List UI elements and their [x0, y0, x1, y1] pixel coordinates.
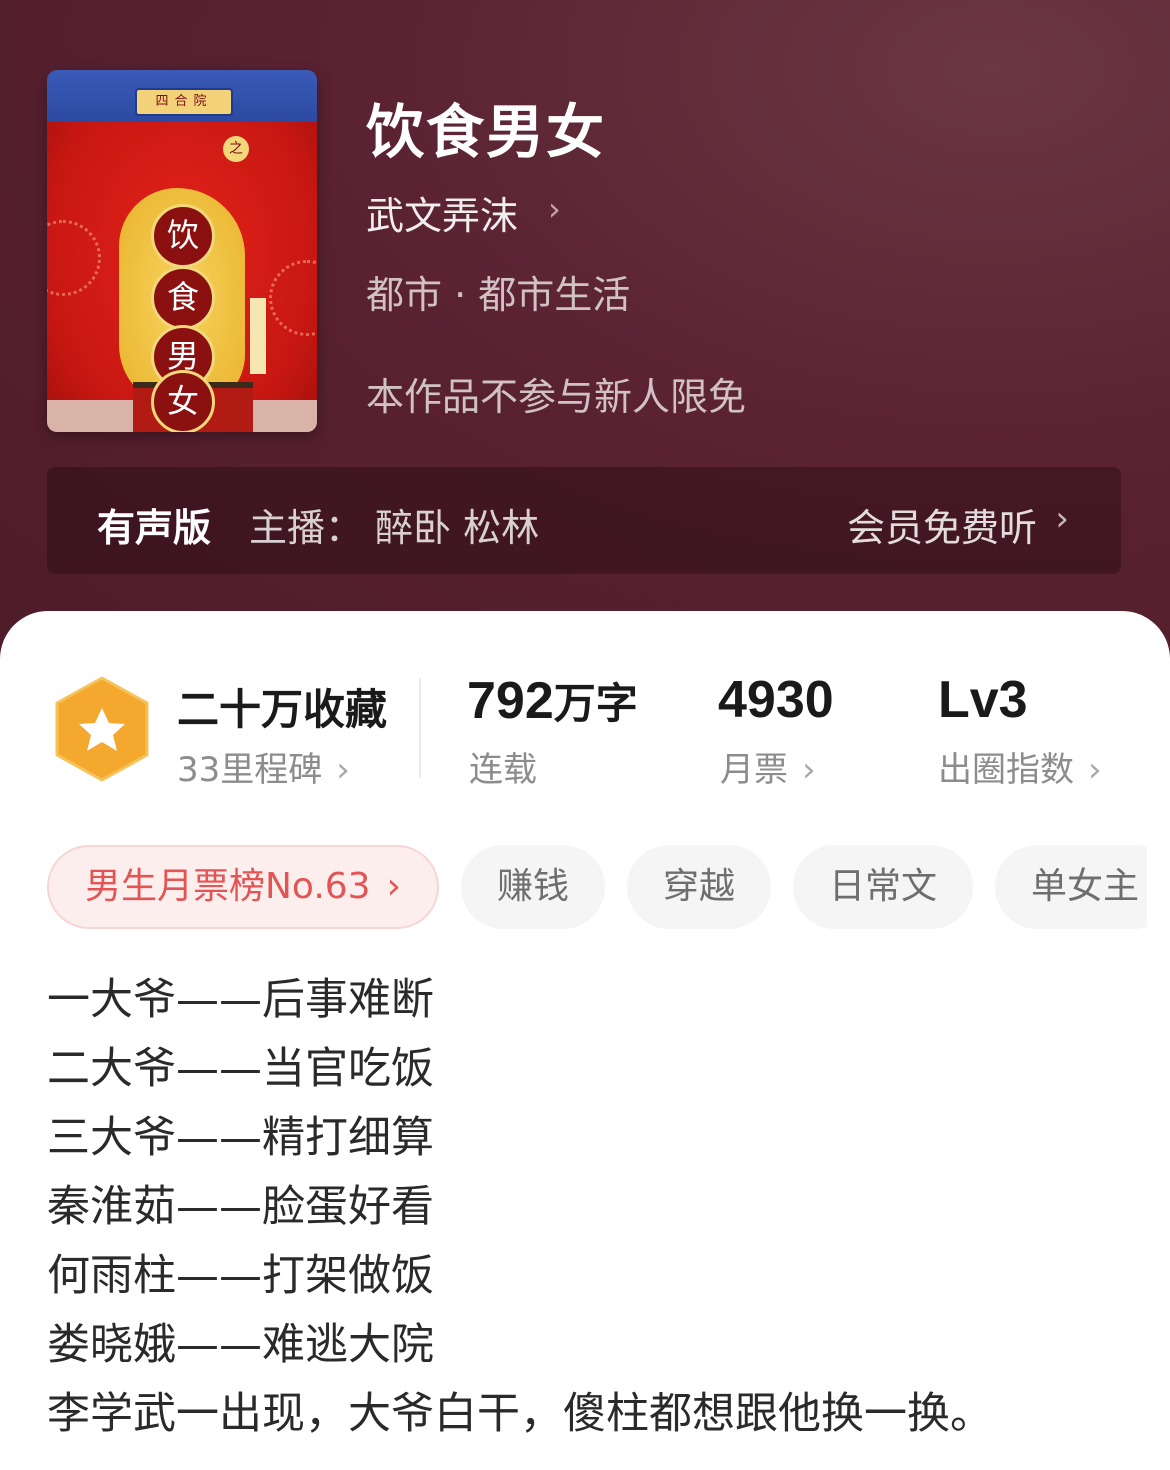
milestone-link[interactable]: 33里程碑 › [177, 742, 350, 791]
collect-count: 二十万收藏 [177, 685, 388, 734]
cover-side-label [250, 298, 266, 374]
book-header: 四合院 之 饮 食 男 女 饮食男女 武文弄沫 › 都市 · 都市生活 本作品不… [0, 0, 1170, 680]
chevron-right-icon: › [1088, 750, 1102, 790]
description-line: 一大爷——后事难断 [47, 975, 434, 1025]
monthly-tickets-number: 4930 [718, 671, 834, 729]
description-line: 娄晓娥——难逃大院 [47, 1320, 434, 1370]
book-title: 饮食男女 [366, 98, 607, 166]
tag-chip[interactable]: 日常文 [793, 845, 974, 929]
free-notice: 本作品不参与新人限免 [366, 375, 747, 419]
chevron-right-icon: › [336, 750, 350, 790]
popularity-level: Lv3 [938, 670, 1028, 730]
tag-list: 男生月票榜No.63 › 赚钱 穿越 日常文 单女主 [47, 845, 1147, 931]
cover-connector: 之 [223, 136, 249, 162]
popularity-index-link[interactable]: 出圈指数 › [938, 742, 1102, 791]
book-category: 都市 · 都市生活 [366, 273, 631, 317]
stats-divider [419, 678, 421, 778]
chevron-right-icon: › [386, 866, 401, 907]
cover-title-char: 饮 [151, 204, 215, 268]
milestone-label: 33里程碑 [177, 750, 323, 790]
chevron-right-icon[interactable]: › [548, 190, 561, 228]
description-line: 李学武一出现，大爷白干，傻柱都想跟他换一换。 [47, 1389, 993, 1439]
word-count-number: 792 [467, 672, 554, 730]
monthly-tickets-label: 月票 [720, 750, 788, 790]
description-line: 何雨柱——打架做饭 [47, 1251, 434, 1301]
book-cover-image[interactable]: 四合院 之 饮 食 男 女 [47, 70, 317, 432]
tag-chip[interactable]: 穿越 [627, 845, 772, 929]
chevron-right-icon[interactable]: › [1055, 499, 1069, 539]
description-line: 二大爷——当官吃饭 [47, 1044, 434, 1094]
cover-title-char: 食 [151, 266, 215, 330]
cover-pattern [47, 220, 101, 296]
word-count: 792万字 [467, 670, 638, 731]
audio-host: 主播： 醉卧 松林 [249, 506, 540, 550]
star-hexagon-icon [55, 676, 149, 782]
cover-title-char: 女 [151, 370, 215, 432]
description-line: 秦淮茹——脸蛋好看 [47, 1182, 434, 1232]
rank-tag-label: 男生月票榜No.63 [85, 866, 371, 907]
monthly-tickets: 4930 [718, 670, 834, 730]
cover-plaque: 四合院 [135, 88, 233, 116]
author-link[interactable]: 武文弄沫 [366, 185, 518, 240]
member-listen-button[interactable]: 会员免费听 [847, 497, 1037, 552]
monthly-tickets-link[interactable]: 月票 › [720, 742, 816, 791]
popularity-index-label: 出圈指数 [938, 750, 1074, 790]
tag-chip[interactable]: 赚钱 [460, 845, 605, 929]
book-description[interactable]: 一大爷——后事难断 二大爷——当官吃饭 三大爷——精打细算 秦淮茹——脸蛋好看 … [47, 966, 993, 1449]
description-line: 三大爷——精打细算 [47, 1113, 434, 1163]
cover-pattern [269, 260, 317, 336]
popularity-level-value: Lv3 [938, 671, 1028, 729]
tag-chip[interactable]: 单女主 [995, 845, 1147, 929]
chevron-right-icon: › [802, 750, 816, 790]
word-count-unit: 万字 [553, 679, 638, 728]
rank-tag[interactable]: 男生月票榜No.63 › [47, 845, 439, 929]
audio-version-bar[interactable]: 有声版 主播： 醉卧 松林 会员免费听 › [47, 467, 1121, 574]
serial-status: 连载 [469, 750, 537, 790]
audio-label: 有声版 [97, 506, 212, 550]
